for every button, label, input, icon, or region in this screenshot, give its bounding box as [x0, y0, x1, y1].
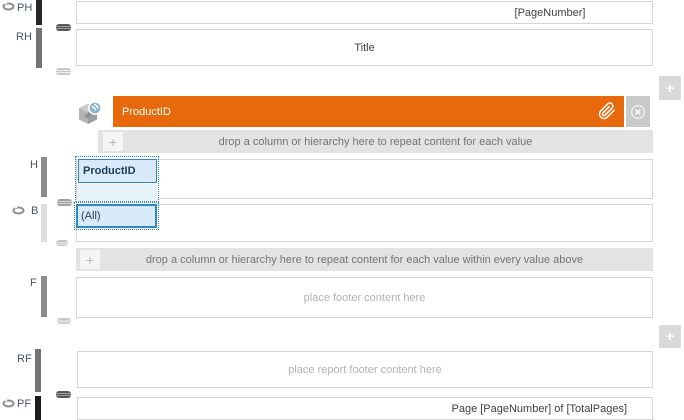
page-header-band[interactable]: [PageNumber]	[76, 1, 653, 24]
plus-icon: +	[665, 79, 675, 97]
add-group-button[interactable]: +	[659, 76, 681, 100]
band-bar-group-footer[interactable]	[41, 276, 47, 317]
repeat-loop-icon	[2, 399, 15, 408]
paperclip-icon[interactable]	[598, 102, 616, 120]
band-bar-report-header[interactable]	[36, 28, 42, 68]
band-resize-handle[interactable]	[57, 199, 72, 206]
report-header-band[interactable]: Title	[76, 29, 653, 66]
band-label-report-footer: RF	[17, 353, 32, 365]
report-footer-placeholder-text: place report footer content here	[288, 363, 442, 376]
band-label-group-footer: F	[30, 277, 37, 289]
drop-zone-repeat-value[interactable]: + drop a column or hierarchy here to rep…	[98, 130, 653, 153]
band-resize-handle[interactable]	[56, 240, 68, 246]
report-footer-band[interactable]: place report footer content here	[77, 351, 653, 388]
group-header-bar[interactable]: ProductID	[113, 96, 624, 127]
repeat-loop-icon	[2, 2, 15, 11]
page-footer-band[interactable]: Page [PageNumber] of [TotalPages]	[77, 397, 653, 420]
data-cube-search-icon	[75, 99, 105, 127]
band-resize-handle[interactable]	[57, 318, 71, 324]
add-group-button[interactable]: +	[659, 325, 681, 348]
band-bar-report-footer[interactable]	[35, 349, 41, 392]
drop-zone-repeat-nested[interactable]: + drop a column or hierarchy here to rep…	[76, 248, 653, 271]
band-bar-page-footer[interactable]	[35, 396, 41, 420]
group-footer-band[interactable]: place footer content here	[76, 277, 653, 318]
report-designer-canvas: PH RH H B F RF PF [PageNumber] Title + P…	[0, 0, 684, 420]
plus-icon: +	[108, 133, 118, 150]
page-of-total-textbox[interactable]: Page [PageNumber] of [TotalPages]	[452, 403, 628, 415]
footer-placeholder-text: place footer content here	[303, 291, 426, 304]
selected-header-cell-group[interactable]: ProductID	[75, 156, 159, 202]
add-column-button[interactable]: +	[103, 132, 123, 151]
drop-zone-hint: drop a column or hierarchy here to repea…	[145, 253, 584, 266]
page-number-textbox[interactable]: [PageNumber]	[447, 2, 653, 23]
band-resize-handle[interactable]	[56, 68, 71, 75]
band-label-body: B	[31, 205, 39, 217]
header-cell-empty-row[interactable]	[78, 184, 157, 201]
band-label-report-header: RH	[16, 31, 32, 43]
drop-zone-hint: drop a column or hierarchy here to repea…	[218, 135, 533, 148]
band-bar-group-header[interactable]	[41, 157, 47, 197]
product-id-header-cell[interactable]: ProductID	[78, 159, 157, 183]
band-resize-handle[interactable]	[56, 391, 71, 398]
selected-body-cell-outline[interactable]: (All)	[74, 202, 159, 230]
plus-icon: +	[85, 251, 95, 268]
title-textbox[interactable]: Title	[354, 42, 374, 54]
all-value-cell[interactable]: (All)	[76, 204, 157, 228]
add-column-button[interactable]: +	[80, 250, 100, 269]
band-resize-handle[interactable]	[56, 24, 71, 31]
repeat-loop-icon	[12, 206, 25, 215]
plus-icon: +	[665, 328, 675, 345]
band-label-page-footer: PF	[17, 398, 32, 410]
body-band[interactable]	[76, 204, 653, 242]
remove-group-button[interactable]	[626, 96, 650, 127]
band-label-group-header: H	[30, 159, 38, 171]
group-header-band[interactable]	[76, 159, 653, 199]
band-bar-page-header[interactable]	[36, 0, 42, 25]
band-label-page-header: PH	[17, 2, 33, 14]
close-icon	[630, 104, 646, 120]
group-title: ProductID	[122, 105, 171, 118]
band-bar-body[interactable]	[41, 204, 47, 242]
